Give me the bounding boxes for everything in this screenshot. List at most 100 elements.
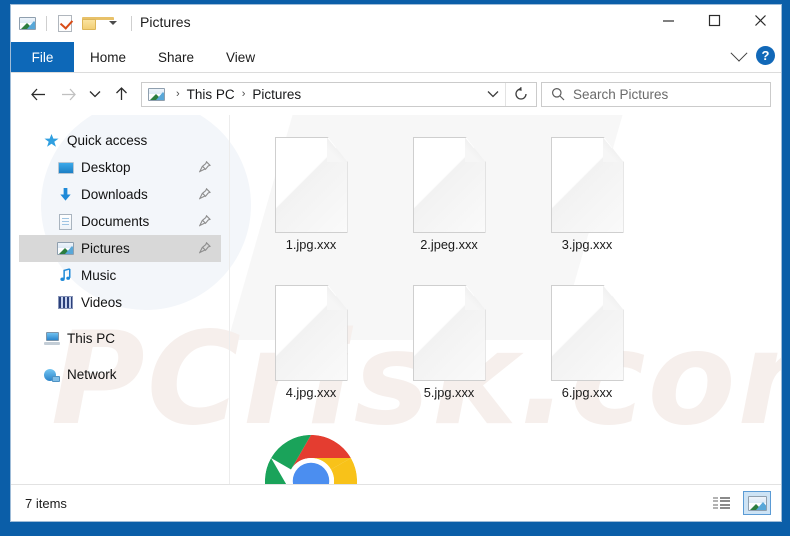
title-bar: Pictures bbox=[11, 5, 781, 42]
file-label: 5.jpg.xxx bbox=[423, 385, 475, 400]
recent-locations-button[interactable] bbox=[83, 79, 107, 109]
sidebar-label-pictures: Pictures bbox=[81, 241, 130, 256]
sidebar-label-this-pc: This PC bbox=[67, 331, 116, 346]
breadcrumb-separator-1: › bbox=[176, 88, 180, 100]
desktop-icon bbox=[57, 159, 74, 176]
file-label: 1.jpg.xxx bbox=[285, 237, 337, 252]
quick-access-toolbar bbox=[19, 12, 135, 34]
document-icon bbox=[57, 213, 74, 230]
window-controls bbox=[645, 5, 781, 35]
pictures-icon[interactable] bbox=[19, 14, 37, 32]
ribbon-tabs: File Home Share View bbox=[11, 42, 781, 73]
star-icon bbox=[43, 132, 60, 149]
explorer-body: Quick access Desktop Downloads Documents… bbox=[11, 115, 781, 487]
sidebar-label-quick-access: Quick access bbox=[67, 133, 148, 148]
navigation-pane[interactable]: Quick access Desktop Downloads Documents… bbox=[11, 115, 229, 487]
file-item[interactable]: 5.jpg.xxx bbox=[380, 281, 518, 429]
tab-view[interactable]: View bbox=[210, 42, 271, 73]
file-item[interactable]: how_to_back_files.html bbox=[242, 429, 380, 487]
sidebar-label-network: Network bbox=[67, 367, 117, 382]
view-toggle-group bbox=[707, 491, 771, 515]
refresh-icon[interactable] bbox=[505, 82, 536, 106]
file-list-pane[interactable]: 1.jpg.xxx 2.jpeg.xxx 3.jpg.xxx 4.jpg.xxx… bbox=[230, 115, 781, 487]
address-bar[interactable]: › This PC › Pictures bbox=[141, 81, 537, 107]
toolbar-divider-2 bbox=[131, 15, 132, 31]
properties-icon[interactable] bbox=[56, 14, 74, 32]
breadcrumb-this-pc[interactable]: This PC bbox=[186, 87, 236, 102]
sidebar-label-videos: Videos bbox=[81, 295, 123, 310]
sidebar-item-videos[interactable]: Videos bbox=[19, 289, 221, 316]
large-icons-view-icon bbox=[747, 495, 767, 511]
file-label: 2.jpeg.xxx bbox=[420, 237, 478, 252]
file-item[interactable]: 3.jpg.xxx bbox=[518, 133, 656, 281]
pin-icon[interactable] bbox=[198, 241, 211, 255]
ribbon-tab-bar: File Home Share View ? bbox=[11, 42, 781, 73]
minimize-button[interactable] bbox=[645, 5, 691, 35]
sidebar-item-desktop[interactable]: Desktop bbox=[19, 154, 221, 181]
customize-icon[interactable] bbox=[104, 14, 122, 32]
blank-document-icon bbox=[550, 281, 624, 385]
pin-icon[interactable] bbox=[198, 187, 211, 201]
large-icons-view-button[interactable] bbox=[743, 491, 771, 515]
search-box[interactable]: Search Pictures bbox=[541, 81, 771, 107]
ribbon-right-controls: ? bbox=[730, 44, 775, 65]
file-item[interactable]: 6.jpg.xxx bbox=[518, 281, 656, 429]
pictures-icon bbox=[57, 240, 74, 257]
file-label: 3.jpg.xxx bbox=[561, 237, 613, 252]
sidebar-label-music: Music bbox=[81, 268, 117, 283]
tab-file[interactable]: File bbox=[11, 42, 74, 73]
up-button[interactable] bbox=[107, 79, 135, 109]
sidebar-item-music[interactable]: Music bbox=[19, 262, 221, 289]
file-label: 4.jpg.xxx bbox=[285, 385, 337, 400]
file-item[interactable]: 2.jpeg.xxx bbox=[380, 133, 518, 281]
sidebar-item-network[interactable]: Network bbox=[19, 361, 221, 388]
blank-document-icon bbox=[274, 281, 348, 385]
video-icon bbox=[57, 294, 74, 311]
music-icon bbox=[57, 267, 74, 284]
navigation-bar: › This PC › Pictures Search Pictures bbox=[11, 73, 781, 115]
sidebar-label-downloads: Downloads bbox=[81, 187, 148, 202]
sidebar-item-pictures[interactable]: Pictures bbox=[19, 235, 221, 262]
details-view-icon bbox=[712, 496, 730, 510]
file-explorer-window: PCrisk.com Pictures bbox=[0, 0, 790, 536]
sidebar-item-quick-access[interactable]: Quick access bbox=[19, 127, 221, 154]
blank-document-icon bbox=[412, 133, 486, 237]
blank-document-icon bbox=[550, 133, 624, 237]
breadcrumb-separator-2: › bbox=[241, 88, 246, 100]
forward-button[interactable] bbox=[53, 79, 83, 109]
this-pc-icon bbox=[43, 330, 60, 347]
item-count-label: 7 items bbox=[25, 495, 67, 511]
details-view-button[interactable] bbox=[707, 491, 735, 515]
sidebar-item-downloads[interactable]: Downloads bbox=[19, 181, 221, 208]
address-bar-controls bbox=[481, 82, 536, 106]
blank-document-icon bbox=[274, 133, 348, 237]
new-folder-icon[interactable] bbox=[80, 14, 114, 32]
search-icon bbox=[551, 87, 565, 101]
sidebar-label-documents: Documents bbox=[81, 214, 150, 229]
pin-icon[interactable] bbox=[198, 214, 211, 228]
help-icon[interactable]: ? bbox=[756, 46, 775, 65]
sidebar-item-this-pc[interactable]: This PC bbox=[19, 325, 221, 352]
tab-home[interactable]: Home bbox=[74, 42, 142, 73]
file-grid: 1.jpg.xxx 2.jpeg.xxx 3.jpg.xxx 4.jpg.xxx… bbox=[230, 115, 781, 487]
file-item[interactable]: 1.jpg.xxx bbox=[242, 133, 380, 281]
maximize-button[interactable] bbox=[691, 5, 737, 35]
previous-locations-icon[interactable] bbox=[481, 83, 505, 106]
search-input[interactable]: Search Pictures bbox=[573, 87, 668, 102]
chevron-down-icon[interactable] bbox=[730, 44, 748, 65]
tab-share[interactable]: Share bbox=[142, 42, 210, 73]
sidebar-item-documents[interactable]: Documents bbox=[19, 208, 221, 235]
sidebar-label-desktop: Desktop bbox=[81, 160, 131, 175]
toolbar-divider bbox=[46, 15, 47, 31]
close-button[interactable] bbox=[737, 5, 781, 35]
file-item[interactable]: 4.jpg.xxx bbox=[242, 281, 380, 429]
blank-document-icon bbox=[412, 281, 486, 385]
download-icon bbox=[57, 186, 74, 203]
file-label: 6.jpg.xxx bbox=[561, 385, 613, 400]
status-bar: 7 items bbox=[11, 484, 781, 521]
back-button[interactable] bbox=[23, 79, 53, 109]
window-title: Pictures bbox=[140, 14, 191, 30]
pictures-breadcrumb-icon bbox=[148, 87, 165, 101]
breadcrumb-pictures[interactable]: Pictures bbox=[251, 87, 302, 102]
pin-icon[interactable] bbox=[198, 160, 211, 174]
